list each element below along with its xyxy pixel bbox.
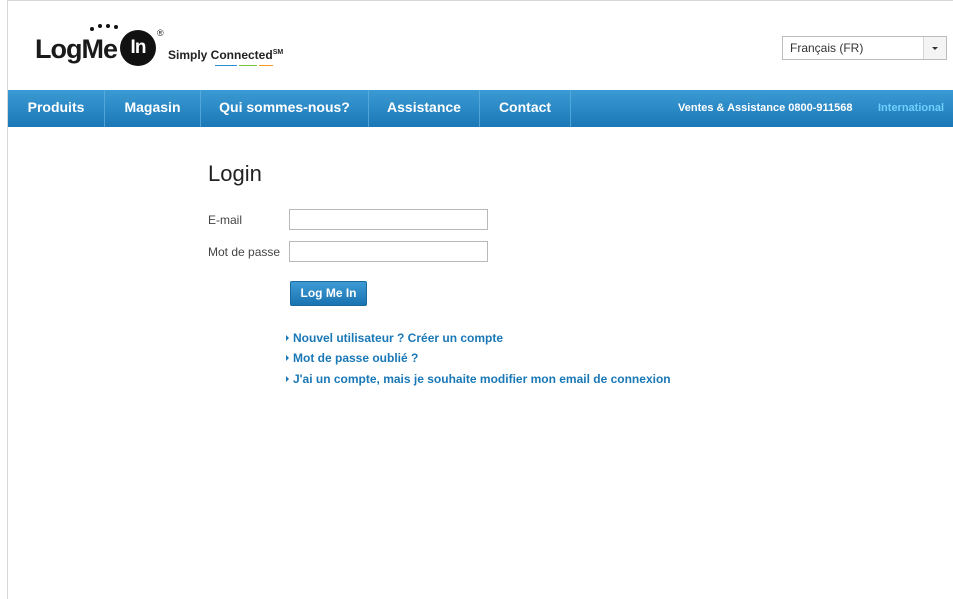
logo-tagline: Simply ConnectedSM [168, 48, 284, 62]
nav-item-magasin[interactable]: Magasin [105, 90, 200, 127]
logo-wordmark: LogMe [35, 34, 118, 64]
change-login-email-link-label: J'ai un compte, mais je souhaite modifie… [293, 372, 671, 386]
language-dropdown-button[interactable] [923, 37, 946, 59]
logo-dot [90, 27, 94, 31]
nav-item-qui-sommes-nous[interactable]: Qui sommes-nous? [201, 90, 368, 127]
logo-registered-mark: ® [157, 28, 164, 38]
email-label: E-mail [208, 213, 243, 227]
language-select[interactable]: Français (FR) [782, 36, 947, 60]
caret-right-icon [286, 335, 289, 341]
password-label: Mot de passe [208, 245, 281, 259]
page-border-top [7, 0, 953, 1]
password-field[interactable] [289, 241, 488, 262]
language-selected-value: Français (FR) [790, 41, 864, 55]
nav-item-assistance[interactable]: Assistance [369, 90, 479, 127]
logo-dot [98, 24, 102, 28]
change-login-email-link[interactable]: J'ai un compte, mais je souhaite modifie… [286, 372, 671, 386]
forgot-password-link-label: Mot de passe oublié ? [293, 351, 419, 365]
main-navbar: Produits Magasin Qui sommes-nous? Assist… [8, 90, 953, 127]
logo-in-circle: In [120, 30, 156, 66]
caret-right-icon [286, 355, 289, 361]
logo-underline-green [239, 65, 257, 66]
sales-support-phone: Ventes & Assistance 0800-911568 [678, 102, 853, 114]
forgot-password-link[interactable]: Mot de passe oublié ? [286, 351, 418, 365]
login-title: Login [208, 161, 262, 186]
nav-separator [570, 90, 571, 127]
create-account-link[interactable]: Nouvel utilisateur ? Créer un compte [286, 331, 503, 345]
caret-right-icon [286, 376, 289, 382]
nav-item-contact[interactable]: Contact [480, 90, 570, 127]
log-me-in-button[interactable]: Log Me In [290, 281, 367, 306]
email-field[interactable] [289, 209, 488, 230]
logo-underline-blue [215, 65, 237, 66]
logo-dot [106, 24, 110, 28]
logo-underline-orange [259, 65, 273, 66]
international-link[interactable]: International [878, 90, 944, 127]
logo-dot [114, 25, 118, 29]
nav-item-produits[interactable]: Produits [8, 90, 104, 127]
chevron-down-icon [932, 47, 938, 50]
create-account-link-label: Nouvel utilisateur ? Créer un compte [293, 331, 504, 345]
